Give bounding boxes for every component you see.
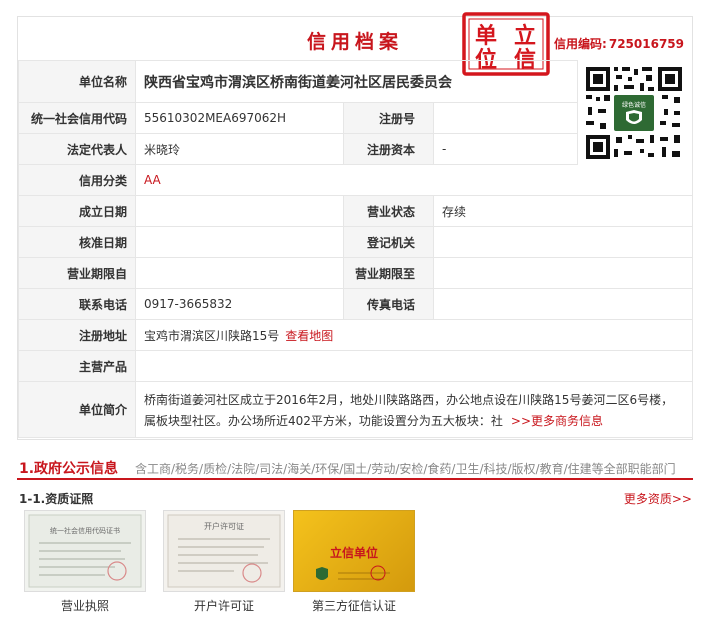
more-business-link[interactable]: >>更多商务信息 <box>511 414 603 428</box>
legal-rep: 米晓玲 <box>135 133 344 165</box>
account-permit-thumbnail[interactable]: 开户许可证 <box>163 510 285 592</box>
term-start <box>135 257 344 289</box>
cert-caption: 第三方征信认证 <box>311 599 396 613</box>
reg-no <box>432 102 579 134</box>
qualification-title: 1-1.资质证照 <box>19 492 94 506</box>
phone: 0917-3665832 <box>135 288 344 320</box>
phone-label: 联系电话 <box>18 288 136 320</box>
products-label: 主营产品 <box>18 350 136 382</box>
status: 存续 <box>432 195 694 227</box>
qr-badge-text: 绿色诚信 <box>622 101 646 109</box>
gov-info-categories: 含工商/税务/质检/法院/司法/海关/环保/国土/劳动/安检/食药/卫生/科技/… <box>135 462 676 476</box>
term-end-label: 营业期限至 <box>343 257 434 289</box>
intro-label: 单位简介 <box>18 381 136 438</box>
title-bar: 信用档案 信用编码: 725016759 <box>18 17 692 59</box>
reg-no-label: 注册号 <box>343 102 434 134</box>
gov-info-title[interactable]: 1.政府公示信息 <box>19 458 118 478</box>
address: 宝鸡市渭滨区川陕路15号 <box>144 328 280 343</box>
view-map-link[interactable]: 查看地图 <box>285 329 333 343</box>
gov-info-section-header: 1.政府公示信息 含工商/税务/质检/法院/司法/海关/环保/国土/劳动/安检/… <box>17 454 693 480</box>
fax <box>432 288 694 320</box>
address-label: 注册地址 <box>18 319 136 351</box>
approved <box>135 226 344 258</box>
legal-rep-label: 法定代表人 <box>18 133 136 165</box>
reg-capital: - <box>432 133 579 165</box>
term-start-label: 营业期限自 <box>18 257 136 289</box>
credit-profile-panel: 信用档案 信用编码: 725016759 单 立 位 信 单位名称 陕西省宝鸡市渭… <box>17 12 694 440</box>
founded-label: 成立日期 <box>18 195 136 227</box>
unified-code-label: 统一社会信用代码 <box>18 102 136 134</box>
more-qualifications-link[interactable]: 更多资质>> <box>624 490 692 507</box>
credit-code-value: 725016759 <box>608 37 684 51</box>
term-end <box>432 257 694 289</box>
products <box>134 350 694 382</box>
cert-caption: 营业执照 <box>60 599 109 613</box>
business-license-thumbnail[interactable]: 统一社会信用代码证书 <box>24 510 146 592</box>
fax-label: 传真电话 <box>343 288 434 320</box>
qr-code-icon: 绿色诚信 <box>584 65 684 161</box>
credit-code-label: 信用编码: <box>554 37 607 51</box>
certificate-image-icon: 统一社会信用代码证书 <box>28 514 142 588</box>
reg-authority-label: 登记机关 <box>343 226 434 258</box>
reg-capital-label: 注册资本 <box>343 133 434 165</box>
cert-thumb-text: 开户许可证 <box>204 521 244 531</box>
credit-class-label: 信用分类 <box>18 164 136 196</box>
cert-caption: 开户许可证 <box>193 599 254 613</box>
unit-name: 陕西省宝鸡市渭滨区桥南街道姜河社区居民委员会 <box>134 60 579 103</box>
credit-class: AA <box>134 164 694 196</box>
unified-code: 55610302MEA697062H <box>135 102 344 134</box>
cert-thumb-text: 统一社会信用代码证书 <box>50 526 120 535</box>
seal-char: 单 <box>475 23 497 49</box>
third-party-credit-thumbnail[interactable]: 立信单位 <box>293 510 415 592</box>
reg-authority <box>432 226 694 258</box>
founded <box>135 195 344 227</box>
address-cell: 宝鸡市渭滨区川陕路15号 查看地图 <box>134 319 694 351</box>
unit-name-label: 单位名称 <box>18 60 136 103</box>
seal-char: 立 <box>514 23 536 49</box>
shield-icon <box>316 565 390 581</box>
approved-label: 核准日期 <box>18 226 136 258</box>
qr-code: 绿色诚信 <box>577 60 692 165</box>
certificate-image-icon: 开户许可证 <box>167 514 281 588</box>
credit-code: 信用编码: 725016759 <box>554 35 684 52</box>
intro-cell: 桥南街道姜河社区成立于2016年2月，地处川陕路路西，办公地点设在川陕路15号姜… <box>134 381 694 438</box>
status-label: 营业状态 <box>343 195 434 227</box>
